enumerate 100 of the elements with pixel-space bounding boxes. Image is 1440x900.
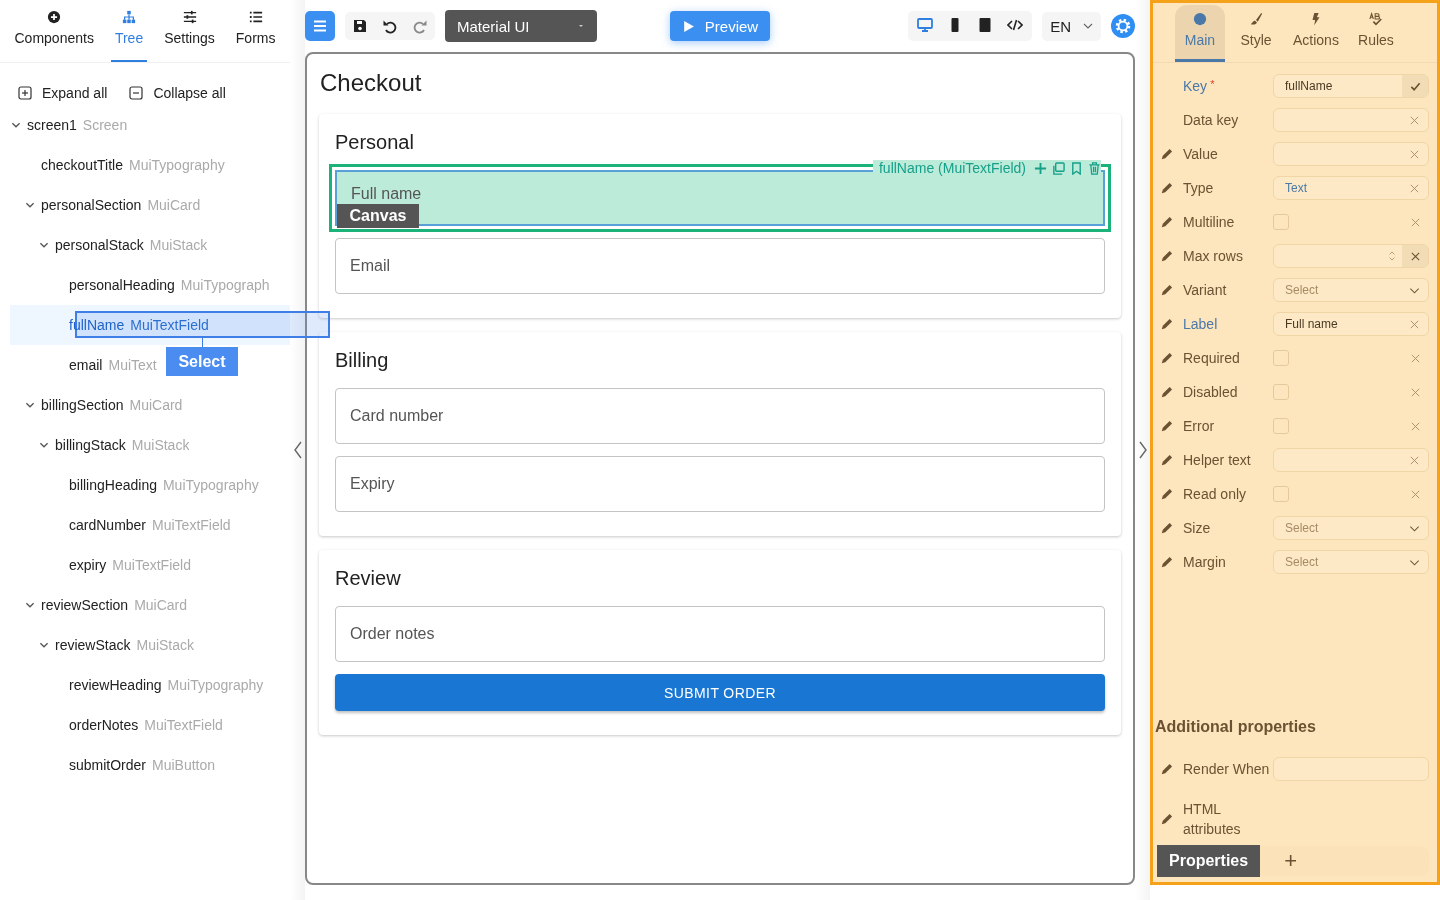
checkbox[interactable]	[1273, 418, 1289, 434]
panel-tab[interactable]: Rules	[1350, 5, 1401, 62]
property-label: Variant	[1183, 282, 1228, 298]
list-icon	[248, 10, 263, 24]
drop-tooltip: Properties	[1157, 845, 1261, 877]
pencil-icon[interactable]	[1160, 317, 1174, 331]
pencil-icon[interactable]	[1160, 215, 1174, 229]
property-label: Required	[1183, 350, 1241, 366]
tree-item[interactable]: expiry MuiTextField	[69, 557, 191, 573]
checkbox[interactable]	[1273, 486, 1289, 502]
panel-tab[interactable]: Style	[1231, 5, 1281, 62]
tree-item[interactable]: cardNumber MuiTextField	[69, 517, 231, 533]
tree-item[interactable]: reviewHeading MuiTypography	[69, 677, 264, 693]
spellcheck-icon	[1368, 12, 1383, 26]
tree-item[interactable]: email MuiText	[69, 357, 157, 373]
expand-all-button[interactable]: Expand all	[18, 85, 108, 101]
check-icon[interactable]	[1409, 80, 1421, 92]
text-field[interactable]: Order notes	[335, 606, 1105, 662]
menu-button[interactable]	[305, 11, 335, 41]
property-label: Size	[1183, 520, 1212, 536]
caret-icon	[577, 22, 585, 30]
property-label: Type	[1183, 180, 1215, 196]
save-icon[interactable]	[352, 18, 368, 34]
play-icon	[681, 19, 695, 33]
sidebar-tab[interactable]: Components	[10, 10, 98, 62]
property-input[interactable]: Full name	[1273, 312, 1429, 336]
text-field[interactable]: Email	[335, 238, 1105, 294]
property-input[interactable]	[1273, 108, 1429, 132]
add-property-button[interactable]: +	[1280, 848, 1301, 874]
tree-item[interactable]: personalSection MuiCard	[41, 197, 201, 213]
property-label: HTML attributes	[1183, 800, 1242, 839]
tree-item[interactable]: orderNotes MuiTextField	[69, 717, 223, 733]
section-heading: Additional properties	[1154, 718, 1317, 737]
sliders-icon	[182, 10, 197, 24]
text-field[interactable]: Card number	[335, 388, 1105, 444]
plus-circle-icon	[47, 10, 62, 24]
pencil-icon[interactable]	[1160, 351, 1174, 365]
pencil-icon[interactable]	[1160, 453, 1174, 467]
pencil-icon[interactable]	[1160, 762, 1174, 776]
panel-tab[interactable]: Actions	[1287, 5, 1345, 62]
property-input[interactable]	[1273, 448, 1429, 472]
property-input[interactable]: Text	[1273, 176, 1429, 200]
framework-select[interactable]: Material UI	[445, 10, 597, 42]
pencil-icon[interactable]	[1160, 812, 1174, 826]
pencil-icon[interactable]	[1160, 385, 1174, 399]
section-heading: Billing	[335, 348, 390, 373]
chevron-left-icon[interactable]	[292, 441, 303, 459]
drop-tooltip: Select	[166, 347, 238, 376]
property-input[interactable]: fullName	[1273, 74, 1429, 98]
section-heading: Review	[335, 566, 402, 591]
sidebar-tab[interactable]: Tree	[110, 10, 148, 62]
submit-button[interactable]: SUBMIT ORDER	[335, 674, 1105, 711]
property-label: Margin	[1183, 554, 1227, 570]
property-label: Label	[1183, 316, 1219, 332]
tree-item[interactable]: billingStack MuiStack	[55, 437, 190, 453]
tree-item[interactable]: personalStack MuiStack	[55, 237, 208, 253]
pencil-icon[interactable]	[1160, 487, 1174, 501]
sidebar-tab[interactable]: Forms	[231, 10, 280, 62]
tree-item[interactable]: billingHeading MuiTypography	[69, 477, 259, 493]
tree-item[interactable]: screen1 Screen	[27, 117, 128, 133]
undo-icon[interactable]	[382, 18, 398, 34]
number-input[interactable]	[1273, 244, 1429, 268]
tree-item[interactable]: reviewSection MuiCard	[41, 597, 188, 613]
property-label: Value	[1183, 146, 1219, 162]
text-field[interactable]: Expiry	[335, 456, 1105, 512]
property-input[interactable]	[1273, 142, 1429, 166]
chevron-right-icon[interactable]	[1137, 441, 1148, 459]
property-label: Read only	[1183, 486, 1248, 502]
brush-icon	[1249, 12, 1263, 26]
pencil-icon[interactable]	[1160, 249, 1174, 263]
property-label: Data key	[1183, 112, 1240, 128]
section-heading: Personal	[335, 130, 415, 155]
tree-item[interactable]: personalHeading MuiTypograph	[69, 277, 270, 293]
menu-icon	[312, 18, 328, 34]
property-label: Max rows	[1183, 248, 1244, 264]
checkbox[interactable]	[1273, 214, 1289, 230]
property-label: Error	[1183, 418, 1216, 434]
redo-icon[interactable]	[412, 18, 428, 34]
tree-item[interactable]: submitOrder MuiButton	[69, 757, 216, 773]
pencil-icon[interactable]	[1160, 419, 1174, 433]
chevron-down-icon	[1083, 21, 1093, 31]
settings-icon[interactable]	[1111, 14, 1135, 38]
pencil-icon[interactable]	[1160, 181, 1174, 195]
sidebar-tab[interactable]: Settings	[160, 10, 219, 62]
property-label: Multiline	[1183, 214, 1236, 230]
collapse-all-button[interactable]: Collapse all	[129, 85, 226, 101]
property-label: Disabled	[1183, 384, 1239, 400]
tree-item[interactable]: billingSection MuiCard	[41, 397, 183, 413]
checkbox[interactable]	[1273, 350, 1289, 366]
property-input[interactable]	[1273, 757, 1429, 781]
tree-item[interactable]: reviewStack MuiStack	[55, 637, 195, 653]
pencil-icon[interactable]	[1160, 283, 1174, 297]
clear-icon[interactable]	[1409, 250, 1421, 262]
pencil-icon[interactable]	[1160, 147, 1174, 161]
circle-icon	[1193, 12, 1207, 26]
pencil-icon[interactable]	[1160, 555, 1174, 569]
checkbox[interactable]	[1273, 384, 1289, 400]
language-select[interactable]: EN	[1042, 11, 1101, 41]
pencil-icon[interactable]	[1160, 521, 1174, 535]
tree-item[interactable]: checkoutTitle MuiTypography	[41, 157, 225, 173]
